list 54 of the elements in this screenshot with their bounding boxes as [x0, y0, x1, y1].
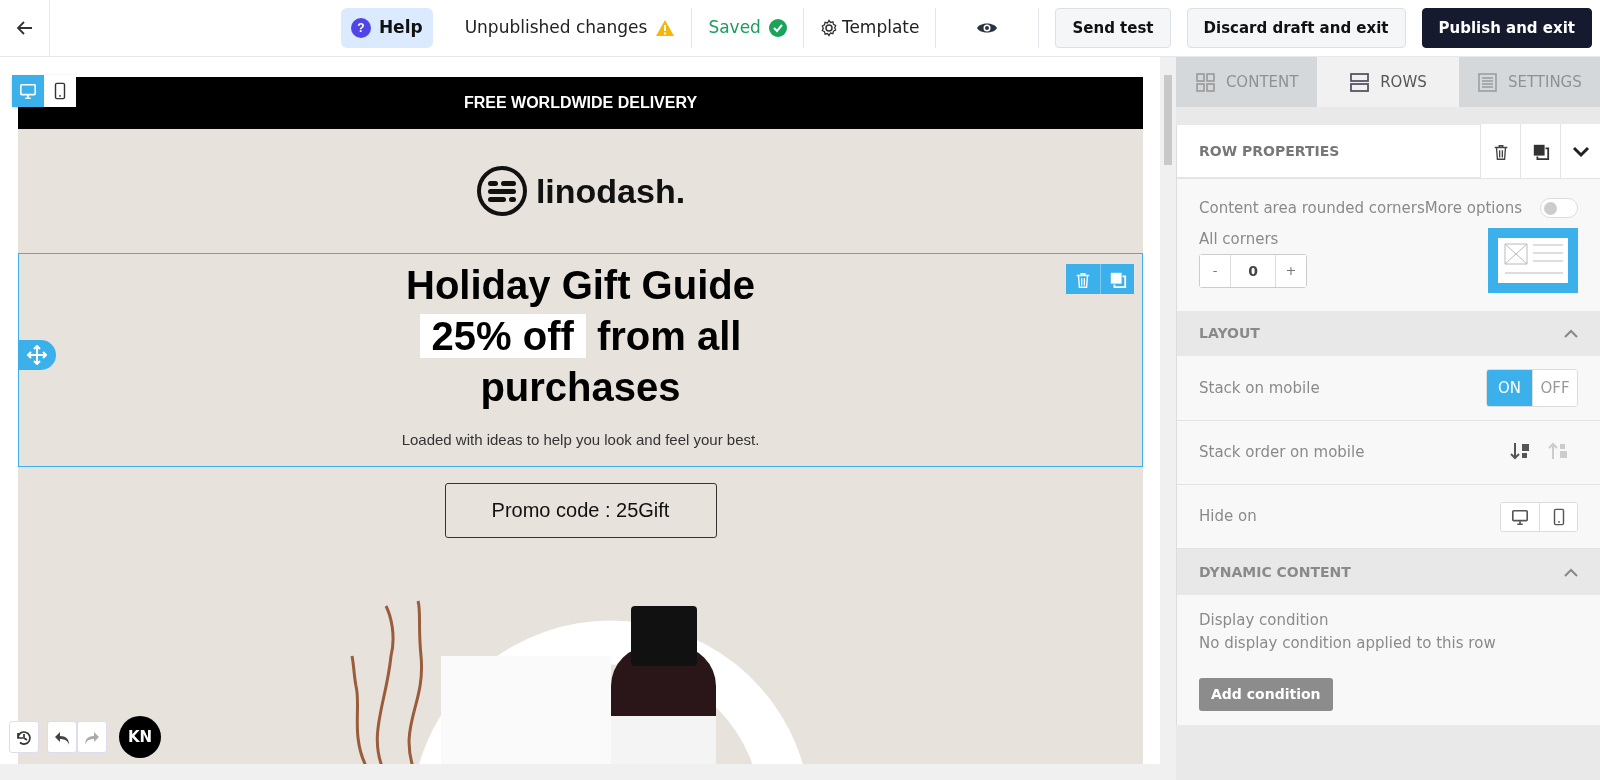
delete-button[interactable] — [1480, 124, 1520, 178]
logo-icon — [475, 165, 528, 217]
rounded-corners-label: Content area rounded cornersMore options — [1199, 198, 1523, 219]
row-preview-icon — [1488, 227, 1578, 293]
move-arrows-icon — [27, 345, 47, 365]
history-icon — [15, 728, 33, 747]
vertical-scrollbar[interactable] — [1160, 57, 1176, 780]
hide-on-mobile-button[interactable] — [1539, 502, 1577, 531]
promo-code-button[interactable]: Promo code : 25Gift — [444, 482, 717, 538]
collapse-button[interactable] — [1560, 124, 1600, 178]
mobile-view-button[interactable] — [44, 75, 76, 107]
chevron-up-icon[interactable] — [1564, 328, 1578, 338]
panel-title: ROW PROPERTIES — [1198, 141, 1341, 161]
template-button[interactable]: Template — [819, 15, 920, 41]
grid-icon — [1194, 71, 1216, 93]
question-icon: ? — [350, 18, 371, 38]
horizontal-scrollbar[interactable] — [0, 764, 1160, 780]
saved-status: Saved — [708, 16, 761, 40]
undo-button[interactable] — [47, 721, 77, 753]
all-corners-label: All corners — [1199, 228, 1280, 250]
corner-radius-stepper[interactable]: - 0 + — [1199, 254, 1307, 288]
duplicate-row-button[interactable] — [1100, 264, 1134, 294]
copy-icon — [1108, 270, 1127, 289]
banner-text: FREE WORLDWIDE DELIVERY — [463, 93, 698, 113]
logo-text: linodash. — [535, 170, 686, 212]
copy-icon — [1531, 142, 1550, 161]
warning-icon — [655, 19, 676, 37]
chevron-down-icon — [1571, 145, 1590, 158]
chevron-up-icon[interactable] — [1564, 567, 1578, 577]
display-condition-label: Display condition — [1199, 610, 1329, 631]
duplicate-button[interactable] — [1520, 124, 1560, 178]
toolbar-button[interactable]: Discard draft and exit — [1186, 8, 1406, 48]
move-handle[interactable] — [18, 340, 56, 370]
desktop-icon — [1511, 507, 1529, 526]
gear-icon — [819, 19, 838, 37]
subtitle: Loaded with ideas to help you look and feel your best. — [400, 430, 761, 450]
toolbar-button[interactable]: Send test — [1055, 8, 1171, 48]
rows-icon — [1349, 71, 1371, 93]
panel-tab[interactable]: ROWS — [1317, 57, 1459, 107]
history-button[interactable] — [9, 721, 39, 753]
section-title: LAYOUT — [1199, 323, 1260, 343]
stack-order-label: Stack order on mobile — [1199, 442, 1365, 463]
publish-button[interactable]: Publish and exit — [1421, 8, 1592, 48]
status-text: Unpublished changes — [464, 16, 648, 40]
display-condition-note: No display condition applied to this row — [1199, 632, 1496, 654]
more-options-toggle[interactable] — [1540, 198, 1578, 219]
check-circle-icon — [768, 19, 787, 37]
help-button[interactable]: ? Help — [340, 8, 433, 48]
stack-on-mobile-label: Stack on mobile — [1199, 377, 1320, 399]
doc-icon — [1476, 71, 1498, 93]
desktop-icon — [19, 82, 37, 100]
headline: Holiday Gift Guide 25% off from all purchases — [405, 262, 756, 411]
hide-on-label: Hide on — [1199, 506, 1257, 528]
section-title: DYNAMIC CONTENT — [1199, 562, 1351, 582]
